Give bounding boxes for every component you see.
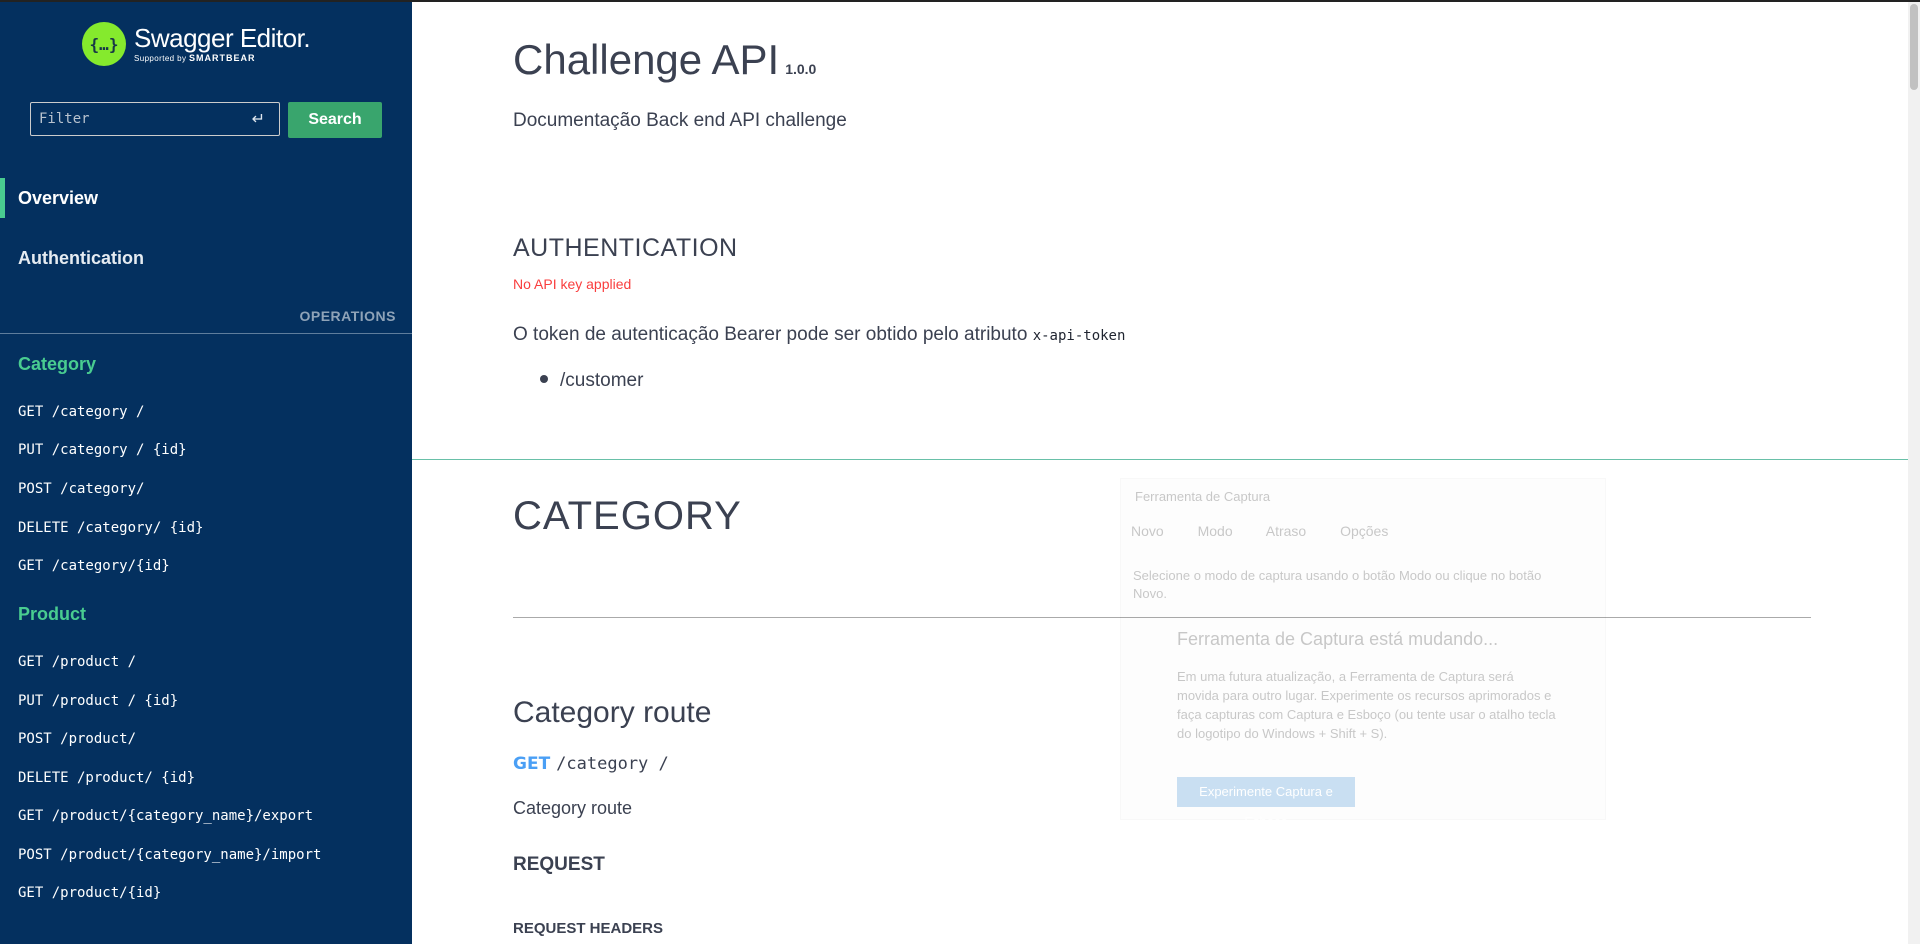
ghost-notice-body: Em uma futura atualização, a Ferramenta …: [1177, 669, 1556, 741]
op-link[interactable]: PUT /product / {id}: [18, 693, 178, 709]
nav-overview[interactable]: Overview: [0, 178, 412, 218]
category-heading: CATEGORY: [513, 494, 742, 538]
http-method: GET: [513, 754, 551, 774]
bullet-icon: [540, 374, 548, 383]
endpoint-path: /category /: [556, 754, 669, 774]
ghost-tool-new: Novo: [1131, 523, 1164, 539]
page: {…} Swagger Editor. Supported by SMARTBE…: [0, 0, 1920, 944]
main-content: Challenge API 1.0.0 Documentação Back end…: [412, 2, 1908, 944]
filter-field[interactable]: ↵: [30, 102, 280, 136]
nav-authentication[interactable]: Authentication: [0, 238, 412, 278]
op-link[interactable]: GET /category/{id}: [18, 558, 170, 574]
swagger-logo-icon: {…}: [82, 22, 126, 66]
ghost-hint: Selecione o modo de captura usando o bot…: [1133, 568, 1542, 601]
request-heading: REQUEST: [513, 854, 605, 875]
api-description: Documentação Back end API challenge: [513, 110, 847, 131]
logo-subtitle: Supported by SMARTBEAR: [134, 53, 310, 63]
op-link[interactable]: GET /category /: [18, 404, 144, 420]
filter-input[interactable]: [31, 103, 241, 135]
bullet-text: /customer: [560, 370, 644, 391]
ghost-tool-delay: Atraso: [1265, 523, 1307, 539]
list-item: /customer: [540, 370, 643, 392]
auth-token-attr: x-api-token: [1032, 328, 1126, 344]
op-link[interactable]: POST /category/: [18, 481, 144, 497]
op-link[interactable]: PUT /category / {id}: [18, 442, 187, 458]
ghost-tool-options: Opções: [1340, 523, 1389, 539]
ghost-title: Ferramenta de Captura: [1135, 489, 1271, 504]
sidebar: {…} Swagger Editor. Supported by SMARTBE…: [0, 2, 412, 944]
group-product[interactable]: Product: [18, 604, 86, 625]
group-category[interactable]: Category: [18, 354, 96, 375]
scrollbar-thumb[interactable]: [1910, 4, 1918, 90]
route-endpoint: GET/category /: [513, 754, 669, 774]
logo-supported-by: Supported by: [134, 54, 187, 63]
op-link[interactable]: DELETE /category/ {id}: [18, 520, 203, 536]
authentication-heading: AUTHENTICATION: [513, 234, 738, 262]
api-key-warning: No API key applied: [513, 276, 632, 292]
logo-text: Swagger Editor. Supported by SMARTBEAR: [134, 23, 311, 63]
api-title: Challenge API 1.0.0: [513, 36, 816, 84]
auth-description: O token de autenticação Bearer pode ser …: [513, 324, 1125, 346]
enter-key-icon: ↵: [251, 111, 265, 128]
ghost-notice-button: Experimente Captura e Esboço: [1177, 777, 1355, 829]
route-description: Category route: [513, 798, 633, 818]
route-heading: Category route: [513, 696, 712, 729]
request-headers-heading: REQUEST HEADERS: [513, 920, 664, 937]
operations-header: OPERATIONS: [299, 308, 396, 324]
op-link[interactable]: DELETE /product/ {id}: [18, 770, 195, 786]
snipping-tool-ghost-window: Ferramenta de Captura Novo Modo Atraso O…: [1120, 478, 1606, 829]
auth-text: O token de autenticação Bearer pode ser …: [513, 324, 1028, 345]
ghost-notice-title: Ferramenta de Captura está mudando...: [1177, 629, 1499, 649]
vertical-scrollbar[interactable]: [1908, 2, 1920, 944]
ghost-tool-mode: Modo: [1197, 523, 1233, 539]
api-title-text: Challenge API: [513, 36, 780, 83]
op-link[interactable]: GET /product /: [18, 654, 136, 670]
section-divider: [412, 459, 1908, 460]
logo-brand: SMARTBEAR: [189, 53, 256, 63]
ghost-toolbar: Novo Modo Atraso Opções: [1131, 523, 1418, 539]
logo-title: Swagger Editor.: [134, 23, 311, 53]
operations-divider: [0, 333, 412, 334]
op-link[interactable]: GET /product/{category_name}/export: [18, 808, 313, 824]
swagger-editor-logo[interactable]: {…} Swagger Editor. Supported by SMARTBE…: [82, 22, 311, 66]
api-version: 1.0.0: [785, 61, 817, 77]
op-link[interactable]: POST /product/: [18, 731, 136, 747]
search-button[interactable]: Search: [288, 102, 382, 138]
op-link[interactable]: POST /product/{category_name}/import: [18, 847, 321, 863]
op-link[interactable]: GET /product/{id}: [18, 885, 161, 901]
